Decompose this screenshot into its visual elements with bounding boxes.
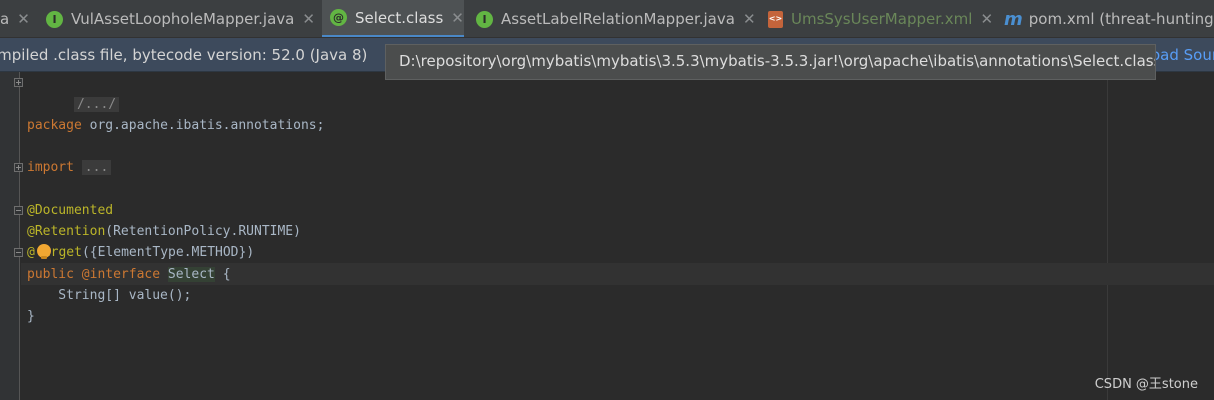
open-brace: {: [214, 267, 231, 282]
interface-icon: [46, 10, 63, 28]
package-name: org.apache.ibatis.annotations;: [81, 118, 325, 133]
close-brace: }: [27, 309, 35, 324]
tab-label: AssetLabelRelationMapper.java: [501, 10, 735, 28]
fold-collapse-icon[interactable]: [14, 248, 23, 257]
editor-gutter: [0, 72, 20, 400]
interface-icon: [476, 10, 493, 28]
tab-label: pom.xml (threat-hunting-: [1028, 10, 1214, 28]
retention-args: (RetentionPolicy.RUNTIME): [105, 224, 301, 239]
keyword-package: package: [27, 118, 82, 133]
folded-header[interactable]: /.../: [73, 97, 120, 112]
xml-file-icon: [768, 10, 783, 28]
code-line: package org.apache.ibatis.annotations;: [27, 115, 324, 136]
tab-select-class[interactable]: Select.class ✕: [322, 0, 464, 37]
annotation-icon: [330, 9, 347, 26]
code-editor[interactable]: /.../ package org.apache.ibatis.annotati…: [0, 72, 1214, 400]
code-line: @Documented: [27, 200, 113, 221]
close-icon[interactable]: ✕: [980, 10, 993, 28]
code-line: /.../: [27, 73, 120, 112]
code-line: @Retention(RetentionPolicy.RUNTIME): [27, 221, 301, 242]
lightbulb-icon[interactable]: [37, 244, 51, 259]
tab-class-file[interactable]: a ✕: [0, 0, 34, 37]
fold-collapse-icon[interactable]: [14, 206, 23, 215]
annotation-retention: @Retention: [27, 224, 106, 239]
tab-ums-sys-user-mapper[interactable]: UmsSysUserMapper.xml ✕: [764, 0, 996, 37]
right-margin-guide: [1107, 72, 1108, 400]
watermark: CSDN @王stone: [1094, 377, 1198, 392]
banner-message: ompiled .class file, bytecode version: 5…: [0, 46, 368, 64]
file-path-tooltip: D:\repository\org\mybatis\mybatis\3.5.3\…: [385, 44, 1156, 80]
annotation-target-at: @: [27, 245, 35, 260]
tab-label: UmsSysUserMapper.xml: [791, 10, 973, 28]
tab-label: Select.class: [355, 8, 444, 27]
code-line: public @interface Select {: [27, 264, 231, 285]
tab-asset-label-relation-mapper[interactable]: AssetLabelRelationMapper.java ✕: [470, 0, 758, 37]
keyword-import: import: [27, 160, 74, 175]
download-sources-link[interactable]: oad Sour: [1151, 46, 1214, 64]
keyword-interface: @interface: [81, 267, 161, 282]
target-args: ({ElementType.METHOD}): [81, 245, 255, 260]
close-icon[interactable]: ✕: [743, 10, 756, 28]
folded-imports[interactable]: ...: [81, 160, 112, 175]
close-icon[interactable]: ✕: [451, 9, 464, 27]
maven-icon: m: [1004, 8, 1023, 30]
tab-label: a: [0, 10, 10, 28]
editor-tab-bar: a ✕ VulAssetLoopholeMapper.java ✕ Select…: [0, 0, 1214, 38]
close-icon[interactable]: ✕: [302, 10, 315, 28]
keyword-public: public: [27, 267, 74, 282]
type-name: Select: [167, 267, 215, 282]
fold-expand-icon[interactable]: [14, 78, 23, 87]
code-line: }: [27, 306, 35, 327]
tab-vul-asset-loophole-mapper[interactable]: VulAssetLoopholeMapper.java ✕: [40, 0, 316, 37]
code-line: String[] value();: [27, 285, 191, 306]
close-icon[interactable]: ✕: [17, 10, 30, 28]
fold-expand-icon[interactable]: [14, 163, 23, 172]
annotation-documented: @Documented: [27, 203, 114, 218]
tab-pom-xml[interactable]: m pom.xml (threat-hunting-: [1002, 0, 1214, 37]
code-line: @ arget({ElementType.METHOD}): [27, 242, 254, 263]
member-declaration: String[] value();: [27, 288, 192, 303]
code-line: import ...: [27, 157, 112, 178]
tab-label: VulAssetLoopholeMapper.java: [71, 10, 295, 28]
